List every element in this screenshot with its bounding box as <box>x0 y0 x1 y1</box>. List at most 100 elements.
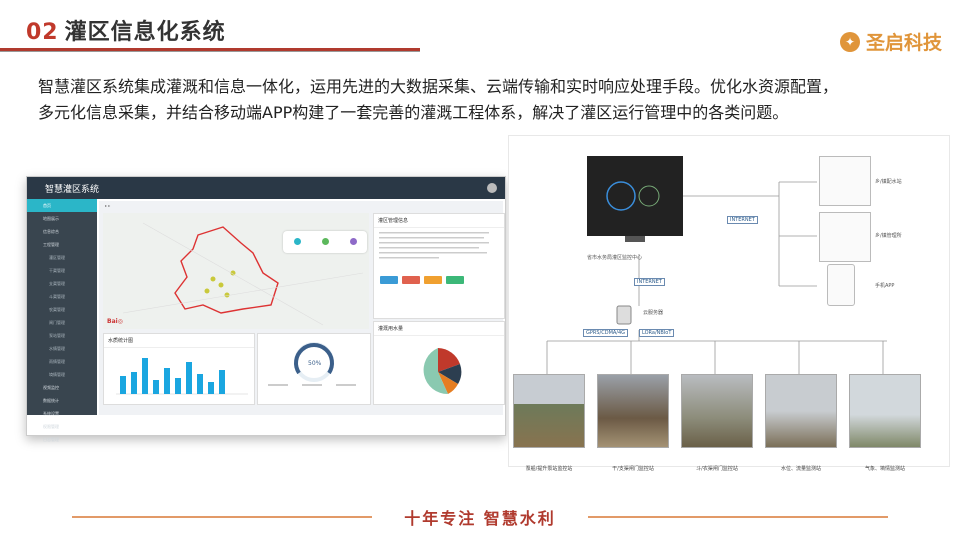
sidebar-item[interactable]: 数据统计 <box>27 394 97 407</box>
pie-chart-title: 灌溉用水量 <box>374 322 504 336</box>
terminal-label: 手机APP <box>875 283 895 289</box>
terminal-label: 乡/镇配水站 <box>875 179 902 185</box>
network-right-label: LORa/NBIoT <box>639 329 675 337</box>
sidebar-item[interactable]: 雨情管理 <box>27 355 97 368</box>
bar-chart-title: 水质统计图 <box>104 334 254 348</box>
map-panel: Bai◎ <box>103 213 369 329</box>
sidebar-item[interactable]: 斗渠管理 <box>27 290 97 303</box>
user-avatar-icon <box>487 183 497 193</box>
brand-name: 圣启科技 <box>865 32 942 54</box>
bar <box>131 372 137 394</box>
bar <box>142 358 148 394</box>
intro-line-2: 多元化信息采集，并结合移动端APP构建了一套完善的灌溉工程体系，解决了灌区运行管… <box>38 103 789 122</box>
terminal-label: 乡/镇管理所 <box>875 233 902 239</box>
bar <box>175 378 181 394</box>
station-label: 水位、流量监测站 <box>780 466 821 472</box>
gauge-svg: 50% <box>268 342 356 386</box>
action-button[interactable] <box>424 276 442 284</box>
sidebar-item[interactable]: 墒情管理 <box>27 368 97 381</box>
brand-mark-icon: ✦ <box>839 31 860 52</box>
sidebar-item[interactable]: 工程管理 <box>27 238 97 251</box>
info-panel: 灌区管理信息 <box>373 213 505 319</box>
action-button[interactable] <box>446 276 464 284</box>
station-label: 气象、墒情监测站 <box>864 466 905 472</box>
pie-svg <box>423 348 462 395</box>
station-photo-branch-gate <box>681 374 753 448</box>
bar <box>208 382 214 394</box>
dashboard-title: 智慧灌区系统 <box>45 184 100 195</box>
action-button[interactable] <box>380 276 398 284</box>
station-label: 泵船/提升泵站监控站 <box>525 466 573 472</box>
page-title: 02 灌区信息化系统 <box>26 14 226 46</box>
brand-logo: ✦ 圣启科技 <box>839 28 942 55</box>
bar <box>153 380 159 394</box>
gauge-panel: 50% <box>257 333 371 405</box>
sidebar-item[interactable]: 日志管理 <box>27 433 97 446</box>
map-toolbar <box>283 231 367 253</box>
bar <box>186 362 192 394</box>
bar <box>120 376 126 394</box>
sidebar-item[interactable]: 干渠管理 <box>27 264 97 277</box>
station-marker[interactable] <box>210 276 216 282</box>
station-photo-main-gate <box>597 374 669 448</box>
info-action-buttons <box>374 272 504 288</box>
sidebar-item[interactable]: 农渠管理 <box>27 303 97 316</box>
bar <box>164 368 170 394</box>
intro-paragraph: 智慧灌区系统集成灌溉和信息一体化，运用先进的大数据采集、云端传输和实时响应处理手… <box>38 74 938 126</box>
sidebar-item[interactable]: 首页 <box>27 199 97 212</box>
internet-label-top: INTERNET <box>727 216 758 224</box>
station-photo-weather <box>849 374 921 448</box>
station-photo-pump <box>513 374 585 448</box>
dashboard-screenshot: 智慧灌区系统 首页 地图展示 信息综合 工程管理 灌区管理 干渠管理 支渠管理 斗渠管理 农渠管… <box>26 176 506 442</box>
pie-panel: 灌溉用水量 <box>373 321 505 405</box>
architecture-diagram: 省市水务局灌区监控中心 INTERNET INTERNET 云服务器 GPRS/… <box>508 135 950 472</box>
road-line <box>122 272 364 314</box>
action-button[interactable] <box>402 276 420 284</box>
dashboard-breadcrumb: ▸ ▸ <box>105 203 111 208</box>
title-underline-thin <box>0 51 420 52</box>
sidebar-item[interactable]: 权限管理 <box>27 420 97 433</box>
bar <box>219 370 225 394</box>
sidebar-item[interactable]: 水情管理 <box>27 342 97 355</box>
network-left-label: GPRS/CDMA/4G <box>583 329 629 337</box>
map-tool-button[interactable] <box>293 238 301 246</box>
info-panel-title: 灌区管理信息 <box>374 214 504 228</box>
section-number: 02 <box>26 20 59 45</box>
center-label: 省市水务局灌区监控中心 <box>587 255 643 261</box>
map-tool-button[interactable] <box>349 238 357 246</box>
bar <box>197 374 203 394</box>
server-label: 云服务器 <box>643 310 664 316</box>
sidebar-item[interactable]: 灌区管理 <box>27 251 97 264</box>
bar-chart-panel: 水质统计图 <box>103 333 255 405</box>
terminal-phone <box>827 264 855 306</box>
station-marker[interactable] <box>224 292 230 298</box>
terminal-pc-1 <box>819 156 871 206</box>
sidebar-item[interactable]: 信息综合 <box>27 225 97 238</box>
station-label: 干/支渠闸门监控站 <box>612 466 654 472</box>
station-marker[interactable] <box>204 288 210 294</box>
sidebar-item[interactable]: 闸门管理 <box>27 316 97 329</box>
section-title: 灌区信息化系统 <box>64 20 226 45</box>
server-icon <box>616 305 632 325</box>
info-text-placeholder <box>379 232 489 259</box>
slogan: 十年专注 智慧水利 <box>404 509 556 528</box>
dashboard-topbar: 智慧灌区系统 <box>27 177 505 199</box>
intro-line-1: 智慧灌区系统集成灌溉和信息一体化，运用先进的大数据采集、云端传输和实时响应处理手… <box>38 77 839 96</box>
sidebar-item[interactable]: 地图展示 <box>27 212 97 225</box>
sidebar-item[interactable]: 支渠管理 <box>27 277 97 290</box>
station-photo-water-level <box>765 374 837 448</box>
internet-label-mid: INTERNET <box>634 278 665 286</box>
bar-chart-svg <box>116 358 248 395</box>
gauge-value: 50% <box>308 360 322 367</box>
station-label: 斗/农渠闸门监控站 <box>696 466 738 472</box>
map-provider-logo: Bai◎ <box>107 318 123 325</box>
monitor-stand <box>625 236 645 242</box>
sidebar-item[interactable]: 泵站管理 <box>27 329 97 342</box>
sidebar-item[interactable]: 系统设置 <box>27 407 97 420</box>
map-tool-button[interactable] <box>321 238 329 246</box>
terminal-pc-2 <box>819 212 871 262</box>
dashboard-sidebar: 首页 地图展示 信息综合 工程管理 灌区管理 干渠管理 支渠管理 斗渠管理 农渠管理 闸门管理 泵站… <box>27 199 97 442</box>
dashboard-main: ▸ ▸ Bai◎ 灌区管理信息 水质统计图 50% 灌溉用水量 <box>99 201 505 415</box>
sidebar-item[interactable]: 视频监控 <box>27 381 97 394</box>
station-marker[interactable] <box>218 282 224 288</box>
